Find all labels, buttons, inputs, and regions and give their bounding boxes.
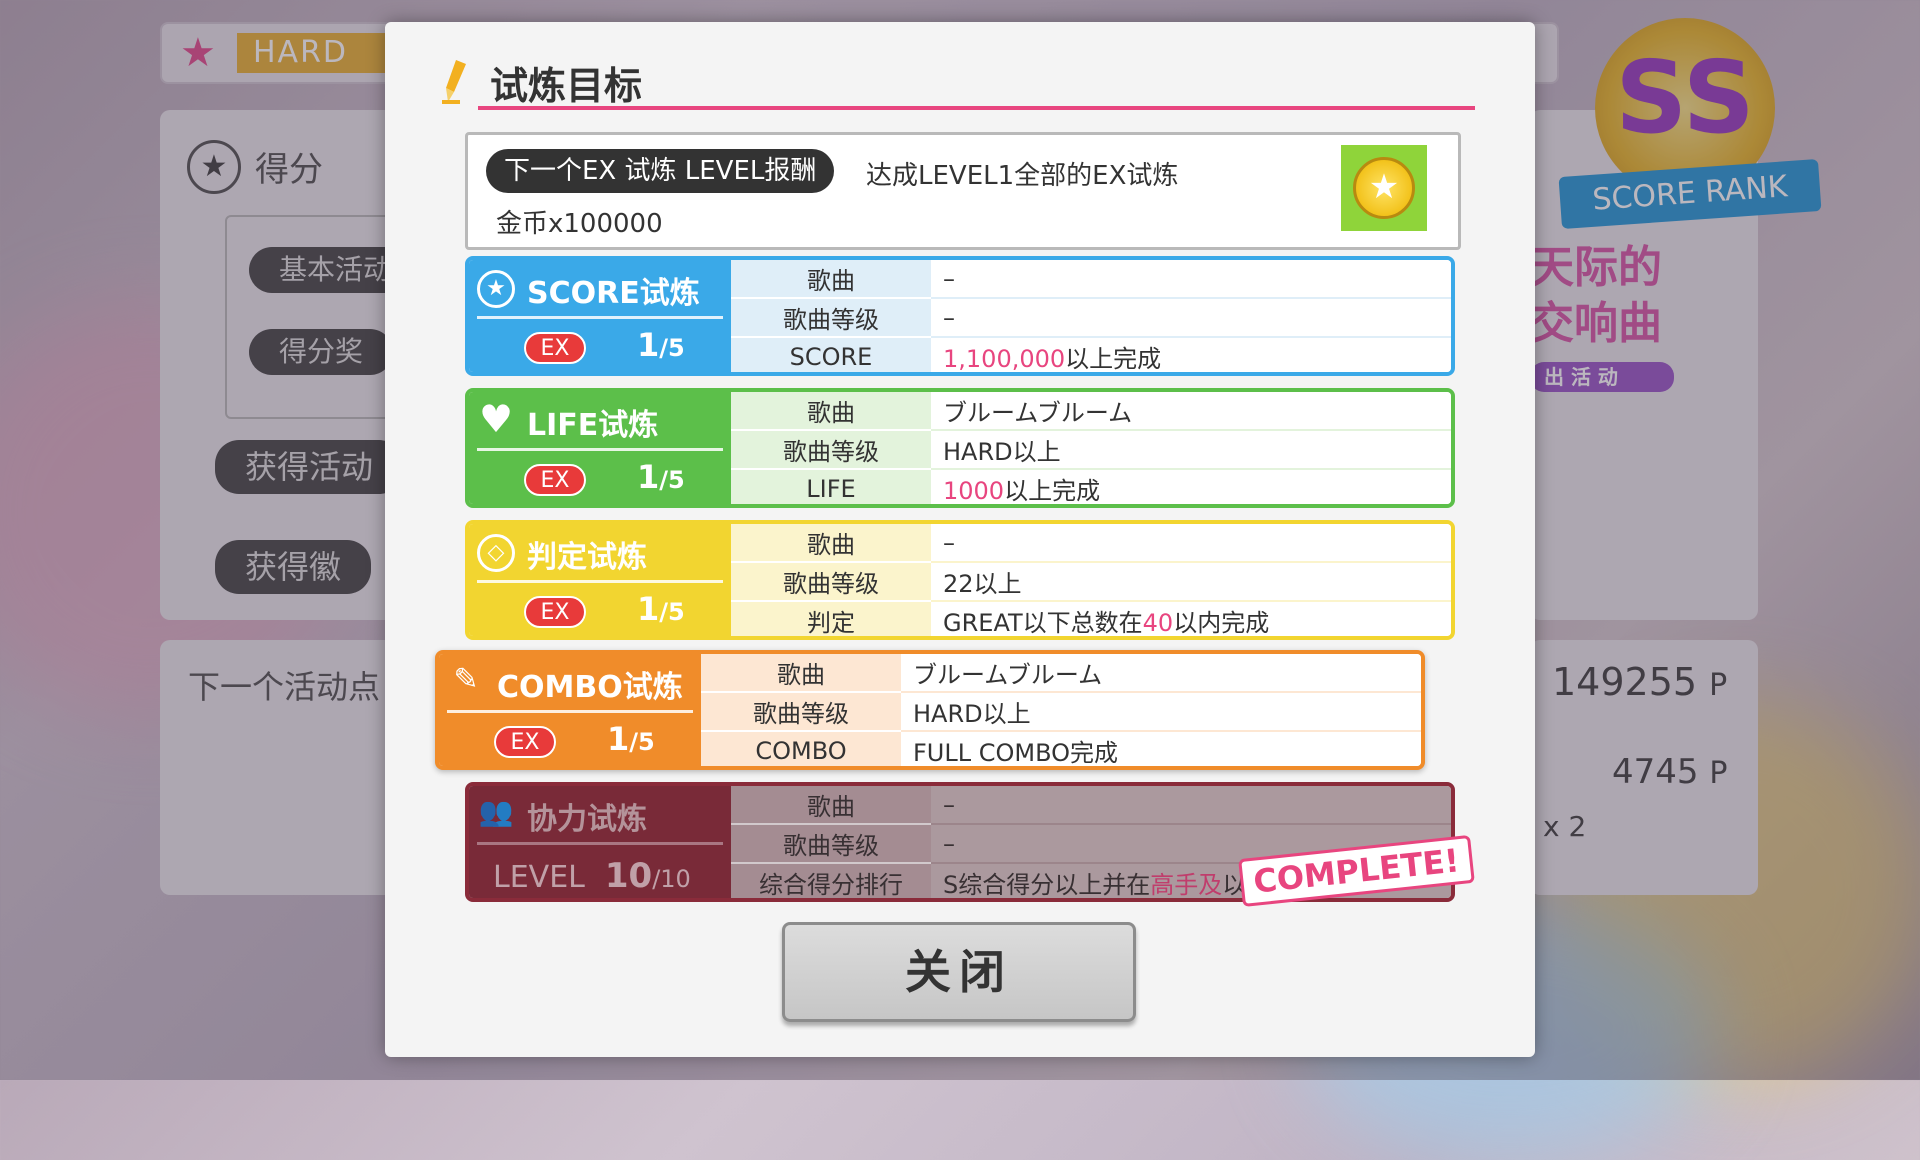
pencil-icon xyxy=(442,60,466,104)
condition-key: LIFE xyxy=(731,469,931,504)
reward-box: 下一个EX 试炼 LEVEL报酬 达成LEVEL1全部的EX试炼 金币x1000… xyxy=(465,132,1461,250)
value-prefix: GREAT以下总数在 xyxy=(943,609,1143,637)
condition-key: 歌曲 xyxy=(731,524,931,563)
table-row: 歌曲等级 22以上 xyxy=(731,562,1451,602)
trial-conditions: 歌曲 ブルームブルーム 歌曲等级 HARD以上 LIFE 1000以上完成 xyxy=(731,392,1451,505)
condition-value: ブルームブルーム xyxy=(901,654,1421,693)
table-row: 歌曲 – xyxy=(731,260,1451,299)
ex-badge: EX xyxy=(524,464,586,496)
condition-key: 歌曲等级 xyxy=(731,430,931,470)
condition-value: – xyxy=(931,524,1451,563)
score-trial-card: ★ SCORE试炼 EX 1/5 歌曲 – 歌曲等级 – SCORE 1,100,00… xyxy=(465,256,1455,376)
condition-key: SCORE xyxy=(731,337,931,372)
condition-key: 歌曲 xyxy=(731,392,931,431)
table-row: 歌曲 – xyxy=(731,524,1451,563)
condition-key: 歌曲等级 xyxy=(731,298,931,338)
condition-key: 歌曲等级 xyxy=(731,562,931,602)
condition-value: ブルームブルーム xyxy=(931,392,1451,431)
condition-value: HARD以上 xyxy=(901,692,1421,732)
highlight-value: 1000 xyxy=(943,477,1005,505)
trial-progress: 1/5 xyxy=(637,326,685,364)
trial-progress: 1/5 xyxy=(607,720,655,758)
trial-header: ◇ 判定试炼 EX 1/5 xyxy=(469,524,731,636)
condition-value: FULL COMBO完成 xyxy=(901,731,1421,766)
reward-gift: 金币x100000 xyxy=(496,209,663,239)
condition-key: 判定 xyxy=(731,601,931,636)
ex-badge: EX xyxy=(524,332,586,364)
trial-name: LIFE试炼 xyxy=(527,408,659,443)
condition-value: 1000以上完成 xyxy=(931,469,1451,505)
condition-value: 22以上 xyxy=(931,562,1451,602)
divider xyxy=(477,316,723,319)
ex-badge: EX xyxy=(494,726,556,758)
trial-conditions: 歌曲 – 歌曲等级 – SCORE 1,100,000以上完成 xyxy=(731,260,1451,373)
ex-badge: EX xyxy=(524,596,586,628)
value-suffix: 以内完成 xyxy=(1173,609,1270,637)
star-icon: ★ xyxy=(477,270,515,308)
close-button[interactable]: 关闭 xyxy=(782,922,1136,1022)
trial-progress: 1/5 xyxy=(637,590,685,628)
condition-key: COMBO xyxy=(701,731,901,766)
divider xyxy=(477,580,723,583)
condition-key: 歌曲 xyxy=(731,260,931,299)
condition-value: – xyxy=(931,298,1451,338)
title-underline xyxy=(478,106,1475,110)
table-row: 歌曲 ブルームブルーム xyxy=(701,654,1421,693)
table-row: 歌曲等级 HARD以上 xyxy=(731,430,1451,470)
trial-progress: 1/5 xyxy=(637,458,685,496)
trial-conditions: 歌曲 ブルームブルーム 歌曲等级 HARD以上 COMBO FULL COMBO完成 xyxy=(701,654,1421,766)
coin-icon: ★ xyxy=(1353,157,1415,219)
coin-reward-icon-box: ★ xyxy=(1341,145,1427,231)
condition-key: 歌曲 xyxy=(701,654,901,693)
trial-header: ✎ COMBO试炼 EX 1/5 xyxy=(439,654,701,766)
diamond-icon: ◇ xyxy=(477,534,515,572)
condition-value: 1,100,000以上完成 xyxy=(931,337,1451,373)
trial-name: SCORE试炼 xyxy=(527,276,700,311)
table-row: LIFE 1000以上完成 xyxy=(731,469,1451,505)
highlight-value: 1,100,000 xyxy=(943,345,1066,373)
table-row: 歌曲等级 – xyxy=(731,298,1451,338)
condition-value: – xyxy=(931,260,1451,299)
condition-key: 歌曲等级 xyxy=(701,692,901,732)
trial-header: ♥ LIFE试炼 EX 1/5 xyxy=(469,392,731,504)
heart-icon: ♥ xyxy=(478,397,514,441)
condition-value: GREAT以下总数在40以内完成 xyxy=(931,601,1451,637)
next-reward-tag: 下一个EX 试炼 LEVEL报酬 xyxy=(486,149,835,193)
divider xyxy=(447,710,693,713)
combo-trial-card[interactable]: ✎ COMBO试炼 EX 1/5 歌曲 ブルームブルーム 歌曲等级 HARD以上 C… xyxy=(435,650,1425,770)
reward-description: 达成LEVEL1全部的EX试炼 xyxy=(866,161,1179,191)
life-trial-card: ♥ LIFE试炼 EX 1/5 歌曲 ブルームブルーム 歌曲等级 HARD以上 LI… xyxy=(465,388,1455,508)
table-row: 判定 GREAT以下总数在40以内完成 xyxy=(731,601,1451,637)
table-row: COMBO FULL COMBO完成 xyxy=(701,731,1421,766)
trial-name: 判定试炼 xyxy=(527,540,647,575)
condition-value: HARD以上 xyxy=(931,430,1451,470)
divider xyxy=(477,448,723,451)
value-suffix: 以上完成 xyxy=(1065,345,1162,373)
table-row: SCORE 1,100,000以上完成 xyxy=(731,337,1451,373)
trial-name: COMBO试炼 xyxy=(497,670,683,705)
table-row: 歌曲 ブルームブルーム xyxy=(731,392,1451,431)
pencil-icon: ✎ xyxy=(453,662,479,697)
dialog-title: 试炼目标 xyxy=(490,64,643,108)
table-row: 歌曲等级 HARD以上 xyxy=(701,692,1421,732)
value-suffix: 以上完成 xyxy=(1004,477,1101,505)
trial-conditions: 歌曲 – 歌曲等级 22以上 判定 GREAT以下总数在40以内完成 xyxy=(731,524,1451,637)
trial-header: ★ SCORE试炼 EX 1/5 xyxy=(469,260,731,372)
judge-trial-card: ◇ 判定试炼 EX 1/5 歌曲 – 歌曲等级 22以上 判定 GREAT以下总数在4… xyxy=(465,520,1455,640)
highlight-value: 40 xyxy=(1142,609,1174,637)
